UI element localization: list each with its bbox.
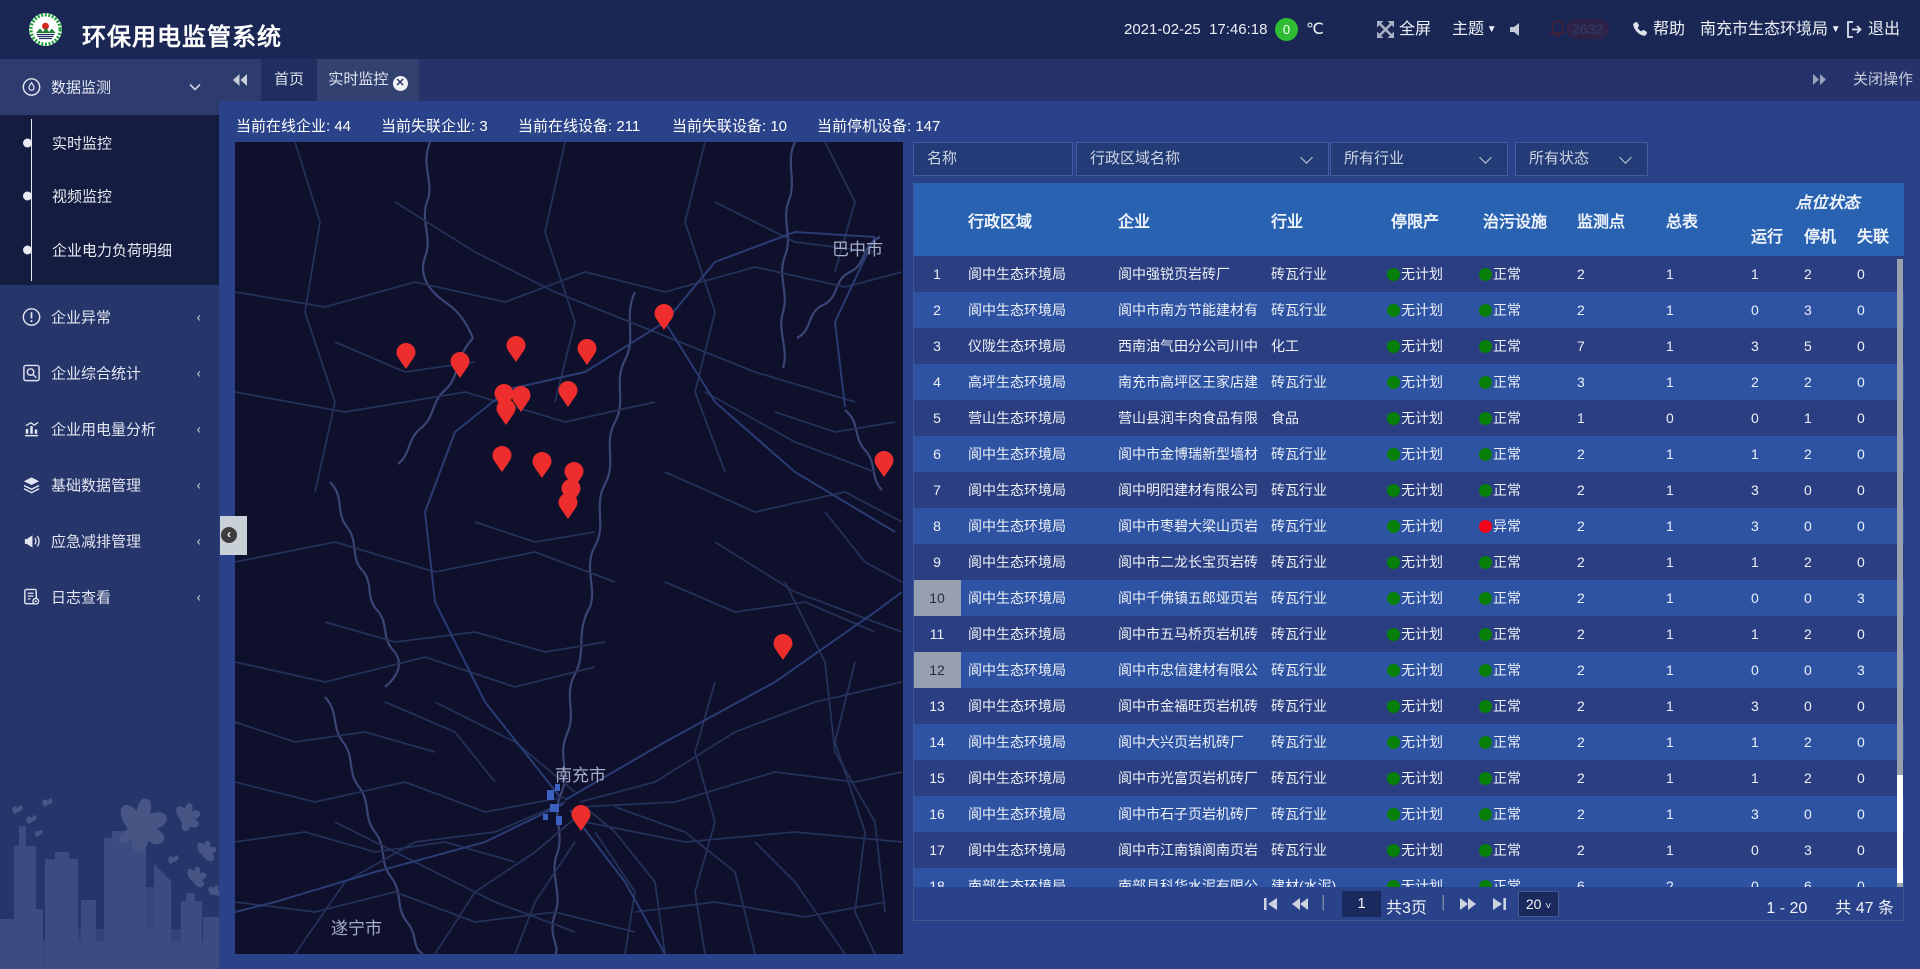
svg-text:遂宁市: 遂宁市 <box>331 919 382 938</box>
svg-text:巴中市: 巴中市 <box>832 240 883 259</box>
svg-text:南充市: 南充市 <box>555 766 606 785</box>
